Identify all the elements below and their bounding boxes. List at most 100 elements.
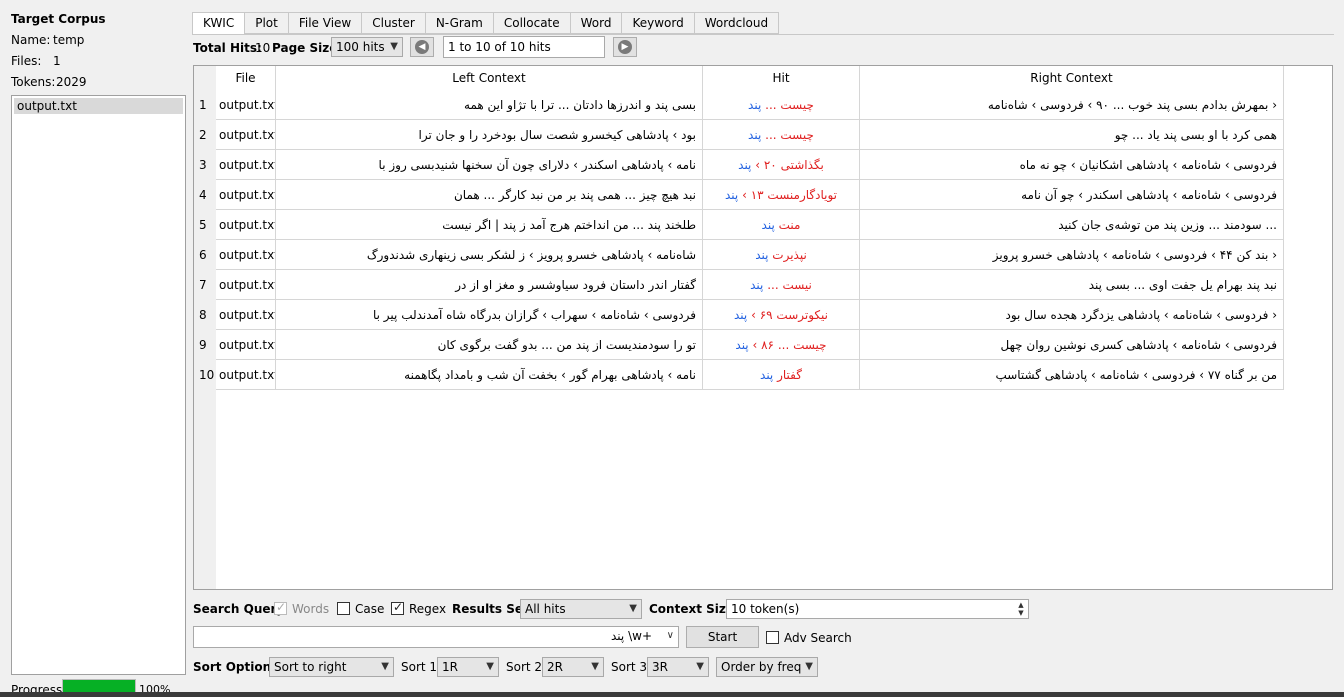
hit-keyword: پند — [748, 98, 762, 112]
corpus-files-row: Files: 1 — [11, 54, 61, 68]
hit-suffix: منت — [778, 218, 801, 232]
cell-left-context[interactable]: شاه‌نامه › پادشاهی خسرو پرویز › ز لشکر ب… — [276, 240, 703, 270]
start-button[interactable]: Start — [686, 626, 759, 648]
corpus-file-list[interactable]: output.txt — [11, 95, 186, 675]
cell-file[interactable]: output.txt — [216, 240, 276, 270]
cell-file[interactable]: output.txt — [216, 120, 276, 150]
hit-suffix: نیست ... — [767, 278, 812, 292]
page-size-select[interactable]: 100 hits ▼ — [331, 37, 403, 57]
sort-options-select[interactable]: Sort to right ▼ — [269, 657, 394, 677]
cell-file[interactable]: output.txt — [216, 330, 276, 360]
cell-file[interactable]: output.txt — [216, 150, 276, 180]
progress-bar — [62, 679, 136, 693]
previous-page-button[interactable]: ◀ — [410, 37, 434, 57]
cell-right-context[interactable]: بند کن ۴۴ › فردوسی › شاه‌نامه › پادشاهی … — [860, 240, 1284, 270]
corpus-tokens-row: Tokens:2029 — [11, 75, 87, 89]
tab-wordcloud[interactable]: Wordcloud — [694, 12, 780, 34]
cell-right-context[interactable]: فردوسی › شاه‌نامه › پادشاهی کسری نوشین ر… — [860, 330, 1284, 360]
cell-file[interactable]: output.txt — [216, 90, 276, 120]
results-set-label: Results Set — [452, 602, 529, 616]
cell-left-context[interactable]: نامه › پادشاهی بهرام گور › بخفت آن شب و … — [276, 360, 703, 390]
cell-right-context[interactable]: فردوسی › شاه‌نامه › پادشاهی اسکندر › چو … — [860, 180, 1284, 210]
row-number: 2 — [199, 128, 207, 142]
adv-search-checkbox[interactable] — [766, 631, 779, 644]
cell-left-context[interactable]: بود › پادشاهی کیخسرو شصت سال بودخرد را و… — [276, 120, 703, 150]
words-checkbox[interactable] — [274, 600, 287, 615]
next-page-button[interactable]: ▶ — [613, 37, 637, 57]
cell-hit[interactable]: چیست ... ۸۶ › پند — [703, 330, 860, 360]
arrow-right-icon: ▶ — [618, 40, 632, 54]
search-query-input[interactable]: پند \w+ ∨ — [193, 626, 679, 648]
cell-left-context[interactable]: فردوسی › شاه‌نامه › سهراب › گرازان بدرگا… — [276, 300, 703, 330]
cell-file[interactable]: output.txt — [216, 300, 276, 330]
corpus-files-label: Files: — [11, 54, 42, 68]
cell-right-context[interactable]: فردوسی › شاه‌نامه › پادشاهی یزدگرد هجده … — [860, 300, 1284, 330]
results-set-value: All hits — [525, 602, 566, 616]
tab-kwic[interactable]: KWIC — [192, 12, 246, 35]
context-size-value: 10 token(s) — [731, 602, 800, 616]
words-label: Words — [292, 602, 330, 616]
cell-left-context[interactable]: بسی پند و اندرزها دادتان ... ترا با تژاو… — [276, 90, 703, 120]
header-file[interactable]: File — [216, 66, 276, 90]
tab-n-gram[interactable]: N-Gram — [425, 12, 494, 34]
row-number: 9 — [199, 338, 207, 352]
header-hit[interactable]: Hit — [703, 66, 860, 90]
chevron-down-icon: ▼ — [390, 41, 398, 52]
cell-right-context[interactable]: فردوسی › شاه‌نامه › پادشاهی اشکانیان › چ… — [860, 150, 1284, 180]
header-right-context[interactable]: Right Context — [860, 66, 1284, 90]
cell-hit[interactable]: بگذاشتی ۲۰ › پند — [703, 150, 860, 180]
cell-hit[interactable]: نیکوترست ۶۹ › پند — [703, 300, 860, 330]
cell-left-context[interactable]: طلخند پند ... من انداختم هرج آمد ز پند |… — [276, 210, 703, 240]
sort-options-value: Sort to right — [274, 660, 347, 674]
cell-right-context[interactable]: همی کرد با او بسی پند یاد ... چو — [860, 120, 1284, 150]
tab-keyword[interactable]: Keyword — [622, 12, 695, 34]
regex-label: Regex — [409, 602, 447, 616]
cell-hit[interactable]: چیست ... پند — [703, 90, 860, 120]
cell-file[interactable]: output.txt — [216, 270, 276, 300]
cell-hit[interactable]: تویادگارمنست ۱۳ › پند — [703, 180, 860, 210]
results-set-select[interactable]: All hits ▼ — [520, 599, 642, 619]
cell-file[interactable]: output.txt — [216, 360, 276, 390]
kwic-results-table[interactable]: 1 2 3 4 5 6 7 8 9 10 File Left Context Hit Right … — [193, 65, 1333, 590]
cell-left-context[interactable]: تو را سودمندیست از پند من ... بدو گفت بر… — [276, 330, 703, 360]
tab-collocate[interactable]: Collocate — [493, 12, 571, 34]
sort-2-select[interactable]: 2R ▼ — [542, 657, 604, 677]
sort-3-value: 3R — [652, 660, 668, 674]
tab-file-view[interactable]: File View — [288, 12, 363, 34]
cell-left-context[interactable]: گفتار اندر داستان فرود سیاوشسر و مغز او … — [276, 270, 703, 300]
hit-suffix: تویادگارمنست ۱۳ › — [742, 188, 837, 202]
sort-options-label: Sort Options — [193, 660, 279, 674]
sort-1-value: 1R — [442, 660, 458, 674]
cell-left-context[interactable]: نامه › پادشاهی اسکندر › دلارای چون آن سخ… — [276, 150, 703, 180]
cell-right-context[interactable]: نبد پند بهرام یل جفت اوی ... بسی پند — [860, 270, 1284, 300]
cell-hit[interactable]: نیست ... پند — [703, 270, 860, 300]
hit-keyword: پند — [735, 338, 749, 352]
cell-hit[interactable]: چیست ... پند — [703, 120, 860, 150]
cell-hit[interactable]: گفتار پند — [703, 360, 860, 390]
hit-keyword: پند — [750, 278, 764, 292]
file-list-item[interactable]: output.txt — [14, 98, 183, 114]
sort-1-select[interactable]: 1R ▼ — [437, 657, 499, 677]
sort-3-select[interactable]: 3R ▼ — [647, 657, 709, 677]
cell-right-context[interactable]: بمهرش بدادم بسی پند خوب ... ۹۰ › فردوسی … — [860, 90, 1284, 120]
cell-right-context[interactable]: سودمند ... وزین پند من توشه‌ی جان کنید .… — [860, 210, 1284, 240]
tab-plot[interactable]: Plot — [245, 12, 289, 34]
cell-right-context[interactable]: من بر گناه ۷۷ › فردوسی › شاه‌نامه › پادش… — [860, 360, 1284, 390]
order-select[interactable]: Order by freq ▼ — [716, 657, 818, 677]
chevron-down-icon: ▼ — [805, 661, 813, 672]
header-left-context[interactable]: Left Context — [276, 66, 703, 90]
cell-file[interactable]: output.txt — [216, 180, 276, 210]
row-number: 6 — [199, 248, 207, 262]
cell-hit[interactable]: نپذیرت پند — [703, 240, 860, 270]
spinner-arrows-icon[interactable]: ▲ ▼ — [1015, 601, 1027, 617]
tab-word[interactable]: Word — [570, 12, 623, 34]
cell-hit[interactable]: منت پند — [703, 210, 860, 240]
context-size-spinner[interactable]: 10 token(s) ▲ ▼ — [726, 599, 1029, 619]
cell-file[interactable]: output.txt — [216, 210, 276, 240]
case-checkbox[interactable] — [337, 602, 350, 615]
hits-range-field[interactable]: 1 to 10 of 10 hits — [443, 36, 605, 58]
total-hits-value: 10 — [255, 41, 271, 55]
tab-cluster[interactable]: Cluster — [362, 12, 426, 34]
regex-checkbox[interactable] — [391, 600, 404, 615]
cell-left-context[interactable]: نبد هیچ چیز ... همی پند بر من نبد کارگر … — [276, 180, 703, 210]
